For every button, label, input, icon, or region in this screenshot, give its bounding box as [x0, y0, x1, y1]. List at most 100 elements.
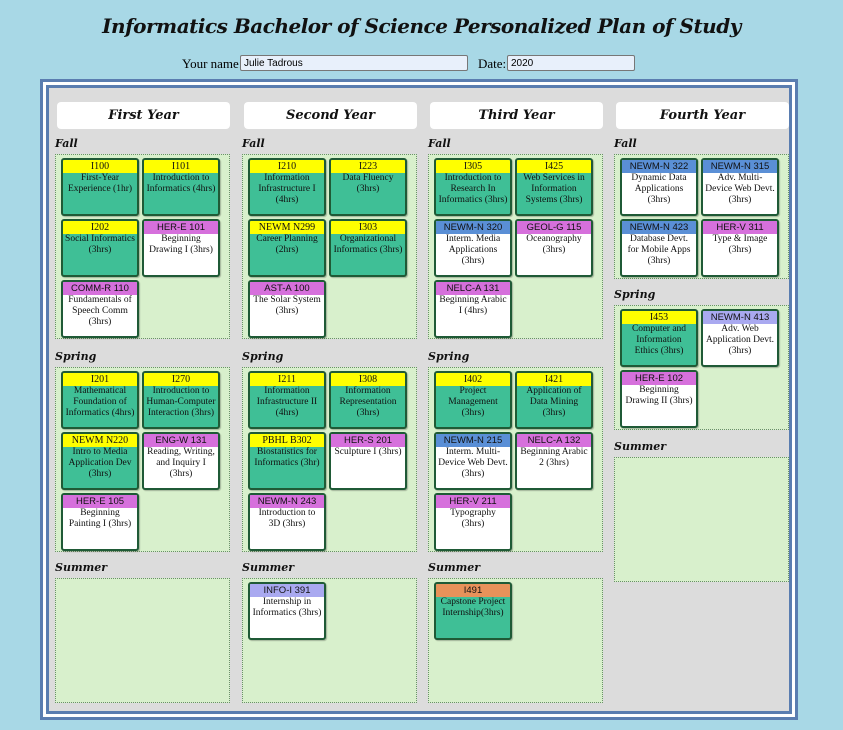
course-title: Capstone Project Internship(3hrs) [440, 597, 506, 618]
course-card[interactable]: I305 Introduction to Research In Informat… [434, 158, 512, 216]
course-card[interactable]: I491 Capstone Project Internship(3hrs) [434, 582, 512, 640]
course-card[interactable]: ENG-W 131 Reading, Writing, and Inquiry I… [142, 432, 220, 490]
course-code: AST-A 100 [250, 282, 324, 295]
course-title: Introduction to 3D (3hrs) [258, 508, 316, 529]
course-card[interactable]: I270 Introduction to Human-Computer Inter… [142, 371, 220, 429]
course-card[interactable]: HER-E 101 Beginning Drawing I (3hrs) [142, 219, 220, 277]
course-card[interactable]: NEWM-N 423 Database Devt. for Mobile Apps… [620, 219, 698, 277]
course-code: I425 [517, 160, 591, 173]
course-code: INFO-I 391 [250, 584, 324, 597]
course-card[interactable]: NEWM-N 322 Dynamic Data Applications (3hr… [620, 158, 698, 216]
course-code: I491 [436, 584, 510, 597]
plan-frame: First Year Fall I100 First-Year Experience … [40, 79, 798, 720]
course-card[interactable]: I453 Computer and Information Ethics (3hr… [620, 309, 698, 367]
term-dropzone[interactable] [614, 457, 789, 582]
term-label: Fall [55, 137, 78, 150]
term-dropzone[interactable]: INFO-I 391 Internship in Informatics (3hr… [242, 578, 417, 703]
term-dropzone[interactable]: I402 Project Management (3hrs) I421 Applica… [428, 367, 603, 552]
course-title: Adv. Multi-Device Web Devt. (3hrs) [705, 173, 775, 205]
course-code: HER-E 102 [622, 372, 696, 385]
date-input[interactable] [507, 55, 635, 71]
course-title: Intro to Media Application Dev (3hrs) [68, 447, 132, 479]
course-card[interactable]: HER-S 201 Sculpture I (3hrs) [329, 432, 407, 490]
course-card[interactable]: INFO-I 391 Internship in Informatics (3hr… [248, 582, 326, 640]
term-label: Fall [614, 137, 637, 150]
term-dropzone[interactable] [55, 578, 230, 703]
course-title: Organizational Informatics (3hrs) [333, 234, 403, 255]
course-card[interactable]: NELC-A 132 Beginning Arabic 2 (3hrs) [515, 432, 593, 490]
course-code: HER-E 101 [144, 221, 218, 234]
course-code: NEWM-N 423 [622, 221, 696, 234]
course-title: Web Services in Information Systems (3hr… [523, 173, 585, 205]
course-code: I305 [436, 160, 510, 173]
term-label: Summer [242, 561, 295, 574]
course-code: I100 [63, 160, 137, 173]
course-code: I402 [436, 373, 510, 386]
course-card[interactable]: I210 Information Infrastructure I (4hrs) [248, 158, 326, 216]
course-title: Beginning Painting I (3hrs) [68, 508, 132, 529]
course-card[interactable]: I100 First-Year Experience (1hr) [61, 158, 139, 216]
course-title: Project Management (3hrs) [448, 386, 498, 418]
course-card[interactable]: NELC-A 131 Beginning Arabic I (4hrs) [434, 280, 512, 338]
course-card[interactable]: I201 Mathematical Foundation of Informati… [61, 371, 139, 429]
course-title: Mathematical Foundation of Informatics (… [65, 386, 135, 418]
term-label: Fall [428, 137, 451, 150]
course-card[interactable]: I308 Information Representation (3hrs) [329, 371, 407, 429]
course-card[interactable]: I223 Data Fluency (3hrs) [329, 158, 407, 216]
course-card[interactable]: NEWM-N 243 Introduction to 3D (3hrs) [248, 493, 326, 551]
year-heading: Third Year [430, 102, 603, 129]
course-card[interactable]: I421 Application of Data Mining (3hrs) [515, 371, 593, 429]
course-card[interactable]: COMM-R 110 Fundamentals of Speech Comm (3… [61, 280, 139, 338]
course-title: Interm. Media Applications (3hrs) [445, 234, 501, 266]
course-card[interactable]: NEWM-N 315 Adv. Multi-Device Web Devt. (3… [701, 158, 779, 216]
course-card[interactable]: NEWM N220 Intro to Media Application Dev … [61, 432, 139, 490]
term-dropzone[interactable]: I211 Information Infrastructure II (4hrs)… [242, 367, 417, 552]
course-card[interactable]: I202 Social Informatics (3hrs) [61, 219, 139, 277]
term-label: Spring [428, 350, 470, 363]
course-card[interactable]: NEWM N299 Career Planning (2hrs) [248, 219, 326, 277]
course-title: The Solar System (3hrs) [253, 295, 321, 316]
year-heading: Fourth Year [616, 102, 789, 129]
course-code: I223 [331, 160, 405, 173]
course-card[interactable]: HER-V 211 Typography (3hrs) [434, 493, 512, 551]
course-code: HER-V 211 [436, 495, 510, 508]
course-card[interactable]: I425 Web Services in Information Systems … [515, 158, 593, 216]
course-code: HER-S 201 [331, 434, 405, 447]
course-card[interactable]: HER-V 311 Type & Image (3hrs) [701, 219, 779, 277]
course-card[interactable]: I402 Project Management (3hrs) [434, 371, 512, 429]
course-code: ENG-W 131 [144, 434, 218, 447]
course-code: I210 [250, 160, 324, 173]
term-dropzone[interactable]: I201 Mathematical Foundation of Informati… [55, 367, 230, 552]
term-label: Spring [614, 288, 656, 301]
course-card[interactable]: I101 Introduction to Informatics (4hrs) [142, 158, 220, 216]
course-title: Adv. Web Application Devt. (3hrs) [705, 324, 775, 356]
course-title: Computer and Information Ethics (3hrs) [631, 324, 687, 356]
term-label: Summer [614, 440, 667, 453]
term-dropzone[interactable]: NEWM-N 322 Dynamic Data Applications (3hr… [614, 154, 789, 279]
course-code: NEWM-N 243 [250, 495, 324, 508]
date-label: Date: [478, 56, 507, 71]
term-dropzone[interactable]: I210 Information Infrastructure I (4hrs) I… [242, 154, 417, 339]
student-info-bar: Your name: Date: [0, 55, 843, 73]
course-card[interactable]: I211 Information Infrastructure II (4hrs) [248, 371, 326, 429]
course-card[interactable]: NEWM-N 413 Adv. Web Application Devt. (3h… [701, 309, 779, 367]
course-card[interactable]: HER-E 102 Beginning Drawing II (3hrs) [620, 370, 698, 428]
course-title: Sculpture I (3hrs) [334, 447, 402, 457]
term-dropzone[interactable]: I100 First-Year Experience (1hr) I101 Intro… [55, 154, 230, 339]
course-card[interactable]: NEWM-N 215 Interm. Multi-Device Web Devt.… [434, 432, 512, 490]
course-code: I101 [144, 160, 218, 173]
course-card[interactable]: AST-A 100 The Solar System (3hrs) [248, 280, 326, 338]
course-code: NEWM-N 413 [703, 311, 777, 324]
course-card[interactable]: HER-E 105 Beginning Painting I (3hrs) [61, 493, 139, 551]
course-title: Information Infrastructure II (4hrs) [256, 386, 318, 418]
course-card[interactable]: GEOL-G 115 Oceanography (3hrs) [515, 219, 593, 277]
name-input[interactable] [240, 55, 468, 71]
course-code: NEWM-N 320 [436, 221, 510, 234]
course-card[interactable]: PBHL B302 Biostatistics for Informatics (… [248, 432, 326, 490]
course-card[interactable]: I303 Organizational Informatics (3hrs) [329, 219, 407, 277]
term-dropzone[interactable]: I491 Capstone Project Internship(3hrs) [428, 578, 603, 703]
course-card[interactable]: NEWM-N 320 Interm. Media Applications (3h… [434, 219, 512, 277]
course-code: I211 [250, 373, 324, 386]
term-dropzone[interactable]: I453 Computer and Information Ethics (3hr… [614, 305, 789, 430]
term-dropzone[interactable]: I305 Introduction to Research In Informat… [428, 154, 603, 339]
